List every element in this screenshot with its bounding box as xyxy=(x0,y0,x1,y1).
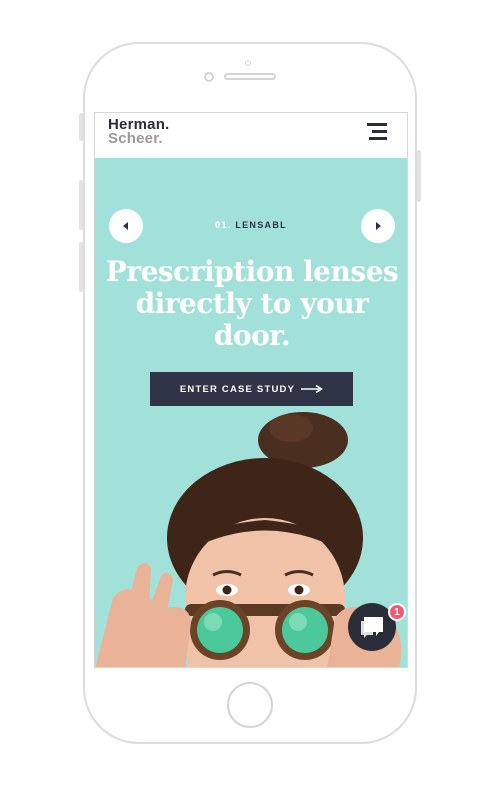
slide-number: 01. xyxy=(215,220,232,230)
chat-bubble-icon xyxy=(361,617,383,638)
headline-line-1: Prescription lenses xyxy=(105,255,399,288)
hamburger-menu-icon[interactable] xyxy=(367,123,387,141)
headline-line-2: directly to your xyxy=(135,287,369,320)
chat-notification-badge: 1 xyxy=(388,603,406,621)
phone-power-button xyxy=(417,150,421,202)
next-slide-button[interactable] xyxy=(361,209,395,243)
slide-title: LENSABL xyxy=(235,220,287,230)
phone-sensor xyxy=(245,60,251,66)
logo-line-2[interactable]: Scheer. xyxy=(108,130,163,147)
phone-home-button[interactable] xyxy=(227,682,273,728)
phone-speaker xyxy=(224,73,276,80)
arrow-right-icon xyxy=(301,385,324,393)
headline-line-3: door. xyxy=(213,319,291,352)
hero-headline: Prescription lenses directly to your doo… xyxy=(101,256,403,352)
site-header: Herman. Scheer. xyxy=(95,113,407,159)
cta-label: ENTER CASE STUDY xyxy=(179,383,296,395)
phone-camera xyxy=(204,72,214,82)
enter-case-study-button[interactable]: ENTER CASE STUDY xyxy=(150,372,353,406)
chevron-right-icon xyxy=(376,222,381,230)
phone-screen: Herman. Scheer. 01. LENSABL Prescription… xyxy=(94,112,408,668)
hero-section: 01. LENSABL Prescription lenses directly… xyxy=(95,158,407,667)
